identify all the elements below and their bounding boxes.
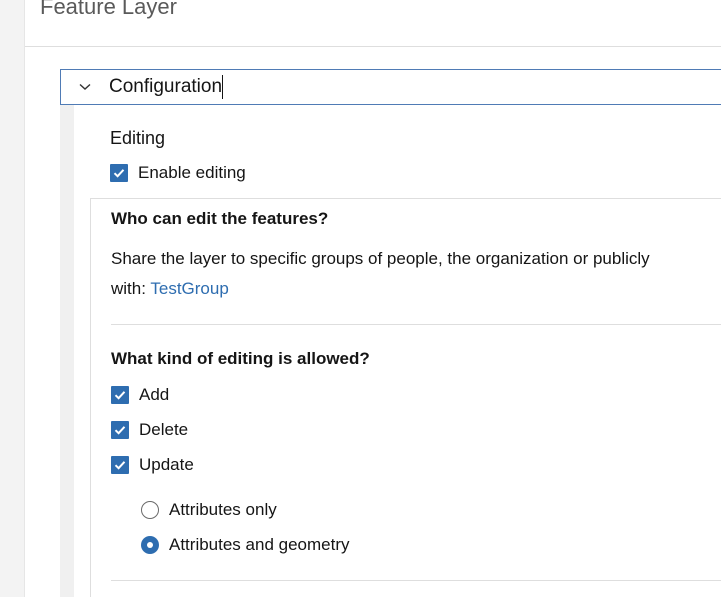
shared-group-link[interactable]: TestGroup xyxy=(150,279,228,298)
shared-with-prefix: with: xyxy=(111,279,151,298)
section-title: Configuration xyxy=(109,75,224,99)
attributes-and-geometry-radio-row[interactable]: Attributes and geometry xyxy=(141,534,349,556)
who-can-edit-heading: Who can edit the features? xyxy=(111,209,329,228)
chevron-down-icon[interactable] xyxy=(78,80,92,94)
radio-selected-dot xyxy=(147,542,153,548)
update-checkbox[interactable] xyxy=(111,456,129,474)
left-gutter xyxy=(0,0,24,597)
add-checkbox-row[interactable]: Add xyxy=(111,384,169,406)
kind-of-editing-heading: What kind of editing is allowed? xyxy=(111,349,370,368)
attributes-only-radio-row[interactable]: Attributes only xyxy=(141,499,277,521)
bottom-divider xyxy=(111,580,721,581)
add-checkbox[interactable] xyxy=(111,386,129,404)
add-label: Add xyxy=(139,385,170,404)
checkmark-icon xyxy=(114,461,126,470)
enable-editing-checkbox-row[interactable]: Enable editing xyxy=(110,162,246,184)
title-divider xyxy=(25,46,721,47)
attributes-only-label: Attributes only xyxy=(169,500,277,519)
section-body-stripe xyxy=(60,105,74,597)
who-can-edit-description: Share the layer to specific groups of pe… xyxy=(111,249,650,268)
gutter-border xyxy=(24,0,25,597)
enable-editing-label: Enable editing xyxy=(138,163,246,182)
enable-editing-checkbox[interactable] xyxy=(110,164,128,182)
update-checkbox-row[interactable]: Update xyxy=(111,454,194,476)
checkmark-icon xyxy=(113,169,125,178)
checkmark-icon xyxy=(114,391,126,400)
delete-checkbox-row[interactable]: Delete xyxy=(111,419,188,441)
attributes-and-geometry-radio[interactable] xyxy=(141,536,159,554)
update-label: Update xyxy=(139,455,194,474)
delete-label: Delete xyxy=(139,420,189,439)
checkmark-icon xyxy=(114,426,126,435)
section-divider xyxy=(111,324,721,325)
page-title: Feature Layer xyxy=(40,0,177,19)
shared-with-line: with: TestGroup xyxy=(111,278,229,300)
configuration-section-header[interactable]: Configuration xyxy=(60,69,721,105)
delete-checkbox[interactable] xyxy=(111,421,129,439)
editing-heading: Editing xyxy=(110,128,166,148)
attributes-only-radio[interactable] xyxy=(141,501,159,519)
attributes-and-geometry-label: Attributes and geometry xyxy=(169,535,350,554)
